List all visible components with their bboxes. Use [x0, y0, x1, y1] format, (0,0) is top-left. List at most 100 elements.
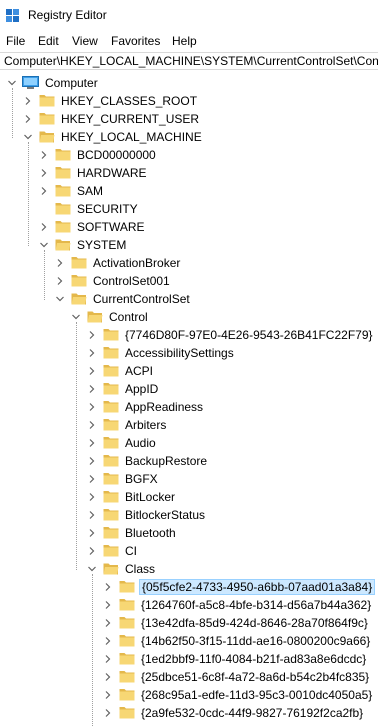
address-bar[interactable]: Computer\HKEY_LOCAL_MACHINE\SYSTEM\Curre…: [0, 52, 378, 70]
chevron-right-icon[interactable]: [102, 599, 114, 611]
chevron-right-icon[interactable]: [102, 671, 114, 683]
chevron-right-icon[interactable]: [38, 149, 50, 161]
tree-node-label[interactable]: {268c95a1-edfe-11d3-95c3-0010dc4050a5}: [139, 688, 374, 702]
chevron-right-icon[interactable]: [86, 509, 98, 521]
menu-file[interactable]: File: [6, 34, 25, 48]
tree-node-label[interactable]: ACPI: [123, 364, 155, 378]
tree-node-class-child[interactable]: {1264760f-a5c8-4bfe-b314-d56a7b44a362}: [102, 596, 378, 614]
chevron-right-icon[interactable]: [38, 221, 50, 233]
chevron-right-icon[interactable]: [102, 689, 114, 701]
tree-node-label[interactable]: {25dbce51-6c8f-4a72-8a6d-b54c2b4fc835}: [139, 670, 371, 684]
tree-node-label[interactable]: BitLocker: [123, 490, 177, 504]
chevron-right-icon[interactable]: [86, 347, 98, 359]
tree-node-label[interactable]: {05f5cfe2-4733-4950-a6bb-07aad01a3a84}: [139, 579, 376, 595]
chevron-right-icon[interactable]: [38, 185, 50, 197]
tree-node-control-child[interactable]: Class: [86, 560, 378, 578]
tree-node-hkey-classes-root[interactable]: HKEY_CLASSES_ROOT: [22, 92, 378, 110]
tree-node-label[interactable]: Control: [107, 310, 150, 324]
tree-node-activationbroker[interactable]: ActivationBroker: [54, 254, 378, 272]
chevron-right-icon[interactable]: [102, 635, 114, 647]
tree-node-control-child[interactable]: BitLocker: [86, 488, 378, 506]
chevron-right-icon[interactable]: [22, 113, 34, 125]
tree-node-class-child[interactable]: {2a9fe532-0cdc-44f9-9827-76192f2ca2fb}: [102, 704, 378, 722]
tree-node-label[interactable]: Class: [123, 562, 157, 576]
tree-node-control-child[interactable]: ACPI: [86, 362, 378, 380]
menu-edit[interactable]: Edit: [38, 34, 59, 48]
chevron-right-icon[interactable]: [86, 437, 98, 449]
tree-node-label[interactable]: AppID: [123, 382, 160, 396]
tree-node-label[interactable]: HARDWARE: [75, 166, 149, 180]
tree-node-control-child[interactable]: BGFX: [86, 470, 378, 488]
tree-node-class-child[interactable]: {268c95a1-edfe-11d3-95c3-0010dc4050a5}: [102, 686, 378, 704]
tree-node-label[interactable]: CurrentControlSet: [91, 292, 192, 306]
registry-tree[interactable]: Computer HKEY_CLASSES_ROOT HKEY_CURRENT_US…: [0, 72, 378, 726]
tree-node-label[interactable]: HKEY_CLASSES_ROOT: [59, 94, 199, 108]
tree-node-control-child[interactable]: BitlockerStatus: [86, 506, 378, 524]
chevron-right-icon[interactable]: [86, 455, 98, 467]
menu-view[interactable]: View: [72, 34, 98, 48]
tree-node-control-child[interactable]: AppReadiness: [86, 398, 378, 416]
tree-node-label[interactable]: Computer: [43, 76, 100, 90]
tree-node-control-child[interactable]: AccessibilitySettings: [86, 344, 378, 362]
chevron-right-icon[interactable]: [86, 491, 98, 503]
tree-node-label[interactable]: SECURITY: [75, 202, 140, 216]
tree-node-control-child[interactable]: Audio: [86, 434, 378, 452]
tree-node-hkey-local-machine[interactable]: HKEY_LOCAL_MACHINE: [22, 128, 378, 146]
tree-node-label[interactable]: AppReadiness: [123, 400, 205, 414]
tree-node-class-child[interactable]: {13e42dfa-85d9-424d-8646-28a70f864f9c}: [102, 614, 378, 632]
address-path[interactable]: Computer\HKEY_LOCAL_MACHINE\SYSTEM\Curre…: [4, 54, 378, 68]
tree-node-currentcontrolset[interactable]: CurrentControlSet: [54, 290, 378, 308]
tree-node-system[interactable]: SYSTEM: [38, 236, 378, 254]
tree-node-control-child[interactable]: CI: [86, 542, 378, 560]
tree-node-label[interactable]: CI: [123, 544, 139, 558]
tree-node-label[interactable]: SOFTWARE: [75, 220, 147, 234]
chevron-right-icon[interactable]: [86, 527, 98, 539]
tree-node-label[interactable]: ActivationBroker: [91, 256, 182, 270]
tree-node-label[interactable]: Bluetooth: [123, 526, 178, 540]
chevron-right-icon[interactable]: [86, 545, 98, 557]
tree-node-control-child[interactable]: BackupRestore: [86, 452, 378, 470]
tree-node-control-child[interactable]: AppID: [86, 380, 378, 398]
chevron-right-icon[interactable]: [54, 257, 66, 269]
tree-node-label[interactable]: {2a9fe532-0cdc-44f9-9827-76192f2ca2fb}: [139, 706, 365, 720]
chevron-right-icon[interactable]: [38, 167, 50, 179]
chevron-right-icon[interactable]: [86, 401, 98, 413]
chevron-right-icon[interactable]: [86, 419, 98, 431]
tree-node-control-child[interactable]: Bluetooth: [86, 524, 378, 542]
tree-node-hkey-current-user[interactable]: HKEY_CURRENT_USER: [22, 110, 378, 128]
tree-node-label[interactable]: BackupRestore: [123, 454, 209, 468]
tree-node-label[interactable]: {1ed2bbf9-11f0-4084-b21f-ad83a8e6dcdc}: [139, 652, 368, 666]
chevron-right-icon[interactable]: [102, 581, 114, 593]
tree-node-label[interactable]: SYSTEM: [75, 238, 128, 252]
chevron-right-icon[interactable]: [86, 383, 98, 395]
tree-node-label[interactable]: HKEY_CURRENT_USER: [59, 112, 201, 126]
tree-node-label[interactable]: HKEY_LOCAL_MACHINE: [59, 130, 204, 144]
chevron-right-icon[interactable]: [102, 617, 114, 629]
chevron-right-icon[interactable]: [102, 653, 114, 665]
chevron-right-icon[interactable]: [54, 275, 66, 287]
chevron-down-icon[interactable]: [54, 293, 66, 305]
menu-help[interactable]: Help: [172, 34, 197, 48]
tree-node-class-child[interactable]: {1ed2bbf9-11f0-4084-b21f-ad83a8e6dcdc}: [102, 650, 378, 668]
tree-node-label[interactable]: BCD00000000: [75, 148, 158, 162]
tree-node-class-child[interactable]: {05f5cfe2-4733-4950-a6bb-07aad01a3a84}: [102, 578, 378, 596]
tree-node-class-child[interactable]: {14b62f50-3f15-11dd-ae16-0800200c9a66}: [102, 632, 378, 650]
tree-node-control-child[interactable]: {7746D80F-97E0-4E26-9543-26B41FC22F79}: [86, 326, 378, 344]
tree-node-label[interactable]: ControlSet001: [91, 274, 172, 288]
tree-node-label[interactable]: SAM: [75, 184, 105, 198]
tree-node-label[interactable]: {1264760f-a5c8-4bfe-b314-d56a7b44a362}: [139, 598, 373, 612]
tree-node-label[interactable]: BitlockerStatus: [123, 508, 207, 522]
chevron-right-icon[interactable]: [86, 329, 98, 341]
tree-node-computer[interactable]: Computer: [6, 74, 378, 92]
tree-node-class-child[interactable]: {25dbce51-6c8f-4a72-8a6d-b54c2b4fc835}: [102, 668, 378, 686]
tree-node-control[interactable]: Control: [70, 308, 378, 326]
tree-node-control-child[interactable]: Arbiters: [86, 416, 378, 434]
tree-node-security[interactable]: SECURITY: [38, 200, 378, 218]
tree-node-label[interactable]: {13e42dfa-85d9-424d-8646-28a70f864f9c}: [139, 616, 370, 630]
tree-node-software[interactable]: SOFTWARE: [38, 218, 378, 236]
tree-node-label[interactable]: BGFX: [123, 472, 160, 486]
tree-node-label[interactable]: Arbiters: [123, 418, 168, 432]
chevron-right-icon[interactable]: [86, 473, 98, 485]
tree-node-label[interactable]: {14b62f50-3f15-11dd-ae16-0800200c9a66}: [139, 634, 372, 648]
chevron-right-icon[interactable]: [86, 365, 98, 377]
